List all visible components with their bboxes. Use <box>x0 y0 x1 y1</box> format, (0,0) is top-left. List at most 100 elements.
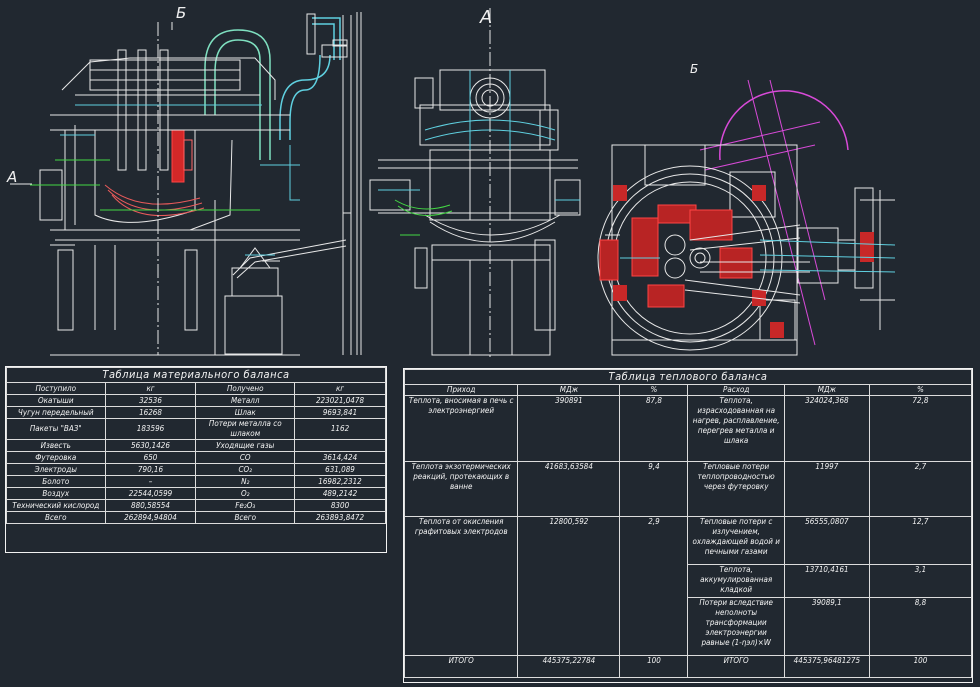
table-cell: 100 <box>868 655 973 678</box>
header-cell: Получено <box>195 382 296 395</box>
header-cell: % <box>619 384 689 396</box>
table-cell: Тепловые потери теплопроводностью через … <box>687 461 785 517</box>
table-cell: Шлак <box>195 406 296 419</box>
table-row: Технический кислород 880,58554 Fe₂O₃ 8300 <box>6 499 386 512</box>
table-cell: Теплота от окисления графитовых электрод… <box>403 516 519 656</box>
table-cell: 16982,2312 <box>294 475 386 488</box>
header-cell: Приход <box>403 384 519 396</box>
table-cell: 2,9 <box>619 516 689 656</box>
table-cell: Уходящие газы <box>195 439 296 452</box>
table-cell: 223021,0478 <box>294 394 386 407</box>
material-balance-table: Таблица материального баланса Поступило … <box>5 366 387 553</box>
table-cell: 9693,841 <box>294 406 386 419</box>
furnace-plan-view <box>597 79 896 356</box>
table-cell: 183596 <box>104 418 197 440</box>
table-cell: 489,2142 <box>294 487 386 500</box>
table-cell: Электроды <box>6 463 106 476</box>
table-cell: 72,8 <box>868 395 973 462</box>
table-cell: 39089,1 <box>783 597 870 656</box>
heat-table-title: Таблица теплового баланса <box>404 369 972 385</box>
table-cell: 631,089 <box>294 463 386 476</box>
table-cell: – <box>104 475 197 488</box>
table-cell: Всего <box>6 511 106 524</box>
table-cell: Тепловые потери с излучением, охлаждающе… <box>687 516 785 565</box>
table-cell: Воздух <box>6 487 106 500</box>
table-cell: Теплота, вносимая в печь с электроэнерги… <box>403 395 519 462</box>
table-cell: Теплота экзотермических реакций, протека… <box>403 461 519 517</box>
table-cell: 87,8 <box>619 395 689 462</box>
table-cell: 1162 <box>294 418 386 440</box>
table-cell: 262894,94804 <box>104 511 197 524</box>
material-table-header: Поступило кг Получено кг <box>6 382 386 395</box>
table-cell: 8300 <box>294 499 386 512</box>
table-cell: Металл <box>195 394 296 407</box>
table-cell: Потери вследствие неполноты трансформаци… <box>687 597 785 656</box>
table-cell: 32536 <box>104 394 197 407</box>
table-cell: 880,58554 <box>104 499 197 512</box>
table-row: Футеровка 650 CO 3614,424 <box>6 451 386 464</box>
table-cell: 650 <box>104 451 197 464</box>
table-row-total: Всего 262894,94804 Всего 263893,8472 <box>6 511 386 524</box>
table-cell: 12800,592 <box>517 516 621 656</box>
table-cell: Пакеты "ВАЗ" <box>6 418 106 440</box>
table-cell: Потери металла со шлаком <box>195 418 296 440</box>
section-label-a-mid: А <box>480 7 493 28</box>
table-cell: Известь <box>6 439 106 452</box>
header-cell: % <box>868 384 973 396</box>
table-row-total: ИТОГО 445375,22784 100 ИТОГО 445375,9648… <box>403 655 973 678</box>
table-row: Окатыши 32536 Металл 223021,0478 <box>6 394 386 407</box>
table-row: Чугун передельный 16268 Шлак 9693,841 <box>6 406 386 419</box>
section-label-a-left: А <box>7 168 18 186</box>
table-cell: 16268 <box>104 406 197 419</box>
table-row: Пакеты "ВАЗ" 183596 Потери металла со шлак… <box>6 418 386 440</box>
heat-table-header: Приход МДж % Расход МДж % <box>403 384 973 396</box>
table-cell: 3,1 <box>868 564 973 598</box>
table-cell: ИТОГО <box>687 655 785 678</box>
table-cell: 3614,424 <box>294 451 386 464</box>
table-cell: 445375,96481275 <box>783 655 870 678</box>
table-cell: 324024,368 <box>783 395 870 462</box>
header-cell: кг <box>294 382 386 395</box>
section-label-b-right: Б <box>690 62 699 76</box>
table-cell: 8,8 <box>868 597 973 656</box>
table-row: Электроды 790,16 CO₂ 631,089 <box>6 463 386 476</box>
table-cell: Теплота, аккумулированная кладкой <box>687 564 785 598</box>
header-cell: Поступило <box>6 382 106 395</box>
table-cell: 9,4 <box>619 461 689 517</box>
table-cell: 2,7 <box>868 461 973 517</box>
header-cell: МДж <box>783 384 870 396</box>
table-cell: O₂ <box>195 487 296 500</box>
header-cell: МДж <box>517 384 621 396</box>
heat-balance-table: Таблица теплового баланса Приход МДж % Р… <box>403 368 973 683</box>
table-cell: 22544,0599 <box>104 487 197 500</box>
table-cell: 41683,63584 <box>517 461 621 517</box>
table-cell: 12,7 <box>868 516 973 565</box>
table-cell: Fe₂O₃ <box>195 499 296 512</box>
table-cell: 11997 <box>783 461 870 517</box>
furnace-front-view <box>10 12 362 356</box>
table-cell: ИТОГО <box>403 655 519 678</box>
header-cell: кг <box>104 382 197 395</box>
table-cell: Теплота, израсходованная на нагрев, расп… <box>687 395 785 462</box>
table-cell: 5630,1426 <box>104 439 197 452</box>
table-cell: 445375,22784 <box>517 655 621 678</box>
table-row: Теплота, вносимая в печь с электроэнерги… <box>403 395 973 462</box>
table-row: Известь 5630,1426 Уходящие газы <box>6 439 386 452</box>
table-cell: Окатыши <box>6 394 106 407</box>
header-cell: Расход <box>687 384 785 396</box>
table-cell: 100 <box>619 655 689 678</box>
table-cell: Футеровка <box>6 451 106 464</box>
table-cell: 56555,0807 <box>783 516 870 565</box>
furnace-section-a-view <box>369 8 581 358</box>
table-cell: CO <box>195 451 296 464</box>
table-cell: 790,16 <box>104 463 197 476</box>
table-row: Болото – N₂ 16982,2312 <box>6 475 386 488</box>
table-cell: N₂ <box>195 475 296 488</box>
table-cell: 263893,8472 <box>294 511 386 524</box>
section-label-b-top: Б <box>176 4 187 22</box>
table-cell: 390891 <box>517 395 621 462</box>
material-table-title: Таблица материального баланса <box>6 367 386 383</box>
table-cell: Болото <box>6 475 106 488</box>
table-cell: CO₂ <box>195 463 296 476</box>
table-cell: Всего <box>195 511 296 524</box>
